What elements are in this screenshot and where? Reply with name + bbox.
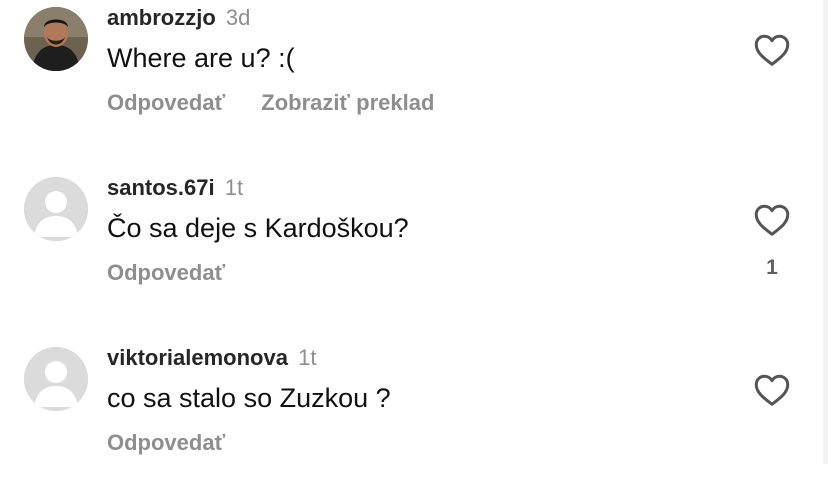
- comment-actions: Odpovedať: [107, 260, 225, 286]
- comment-item: ambrozzjo 3d Where are u? :( Odpovedať Z…: [0, 2, 828, 152]
- avatar[interactable]: [24, 347, 88, 411]
- comment-text: co sa stalo so Zuzkou ?: [107, 383, 391, 413]
- comment-text: Where are u? :(: [107, 43, 295, 73]
- comment-meta: santos.67i 1t: [107, 175, 243, 201]
- comment-actions: Odpovedať Zobraziť preklad: [107, 90, 434, 116]
- like-count: 1: [766, 256, 778, 279]
- see-translation-button[interactable]: Zobraziť preklad: [261, 90, 434, 115]
- heart-icon[interactable]: [754, 33, 790, 67]
- comment-time: 1t: [298, 345, 317, 370]
- reply-button[interactable]: Odpovedať: [107, 430, 225, 455]
- avatar[interactable]: [24, 177, 88, 241]
- comment-username[interactable]: santos.67i: [107, 175, 215, 200]
- heart-icon[interactable]: [754, 203, 790, 237]
- comment-meta: viktorialemonova 1t: [107, 345, 316, 371]
- heart-icon[interactable]: [754, 373, 790, 407]
- comment-text: Čo sa deje s Kardoškou?: [107, 213, 409, 243]
- comment-time: 3d: [225, 5, 251, 30]
- comment-username[interactable]: ambrozzjo: [107, 5, 216, 30]
- default-avatar-icon: [24, 347, 88, 411]
- avatar[interactable]: [24, 7, 88, 71]
- reply-button[interactable]: Odpovedať: [107, 90, 225, 115]
- comment-time: 1t: [224, 175, 244, 200]
- scrollbar[interactable]: [823, 0, 828, 464]
- default-avatar-icon: [24, 177, 88, 241]
- comment-item: santos.67i 1t Čo sa deje s Kardoškou? Od…: [0, 172, 828, 322]
- profile-photo-icon: [24, 7, 88, 71]
- reply-button[interactable]: Odpovedať: [107, 260, 225, 285]
- comment-item: viktorialemonova 1t co sa stalo so Zuzko…: [0, 342, 828, 492]
- comment-actions: Odpovedať: [107, 430, 225, 456]
- comment-username[interactable]: viktorialemonova: [107, 345, 288, 370]
- comment-meta: ambrozzjo 3d: [107, 5, 250, 31]
